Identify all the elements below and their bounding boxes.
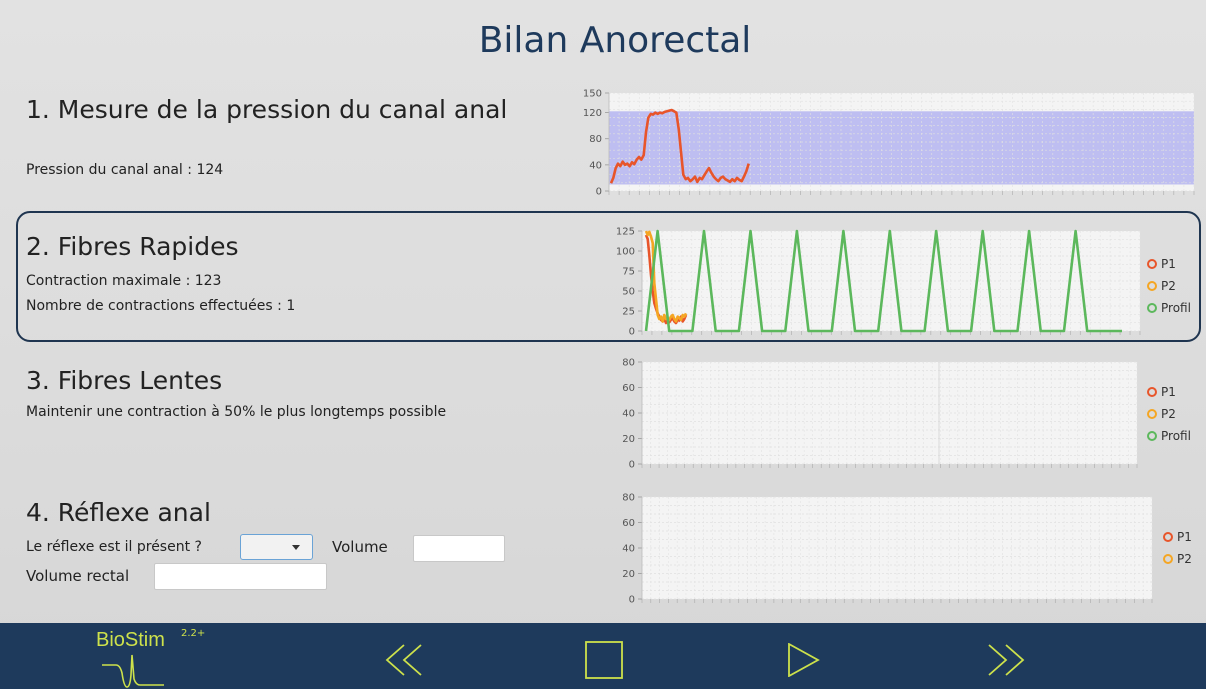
legend-label: Profil <box>1161 429 1191 443</box>
waveform-icon <box>102 654 164 688</box>
fast-forward-button[interactable] <box>987 643 1025 677</box>
volume-field[interactable] <box>413 535 505 562</box>
y-tick-label: 75 <box>622 267 635 278</box>
y-tick-label: 60 <box>622 518 635 529</box>
legend-label: P1 <box>1177 530 1192 544</box>
chevron-down-icon <box>292 545 300 550</box>
anal-reflex-chart: 80 60 40 20 0 <box>622 493 1153 606</box>
y-tick-label: 20 <box>622 434 635 445</box>
legend-item-p2: P2 <box>1147 403 1191 425</box>
y-tick-label: 0 <box>596 187 602 198</box>
anal-pressure-value: Pression du canal anal : 124 <box>26 162 224 178</box>
contraction-count-value: Nombre de contractions effectuées : 1 <box>26 298 296 314</box>
y-tick-label: 0 <box>629 595 635 606</box>
y-tick-label: 0 <box>629 460 635 471</box>
fast-fibers-chart: 125 100 75 50 25 0 <box>616 227 1141 338</box>
legend-marker-icon <box>1147 409 1157 419</box>
legend-label: P1 <box>1161 257 1176 271</box>
legend-label: P2 <box>1177 552 1192 566</box>
legend-marker-icon <box>1163 532 1173 542</box>
legend-marker-icon <box>1147 387 1157 397</box>
y-tick-label: 40 <box>622 544 635 555</box>
y-tick-label: 25 <box>622 307 635 318</box>
section-fast-fibers-title: 2. Fibres Rapides <box>26 232 239 261</box>
legend-item-p1: P1 <box>1147 253 1191 275</box>
slow-fibers-chart: 80 60 40 20 0 <box>622 358 1138 471</box>
y-tick-label: 100 <box>616 247 635 258</box>
slow-fibers-instruction: Maintenir une contraction à 50% le plus … <box>26 404 447 420</box>
fast-forward-icon <box>988 644 1025 676</box>
max-contraction-value: Contraction maximale : 123 <box>26 273 222 289</box>
legend-item-p1: P1 <box>1163 526 1192 548</box>
y-tick-label: 60 <box>622 383 635 394</box>
legend-label: P2 <box>1161 279 1176 293</box>
legend-marker-icon <box>1147 259 1157 269</box>
app-window: Bilan Anorectal 1. Mesure de la pression… <box>0 0 1206 689</box>
legend-marker-icon <box>1147 303 1157 313</box>
fast-fibers-legend: P1 P2 Profil <box>1147 253 1191 319</box>
y-tick-label: 80 <box>622 358 635 369</box>
legend-item-p2: P2 <box>1163 548 1192 570</box>
y-tick-label: 40 <box>589 160 602 171</box>
logo-text: BioStim <box>96 629 165 651</box>
y-tick-label: 80 <box>622 493 635 504</box>
anal-reflex-legend: P1 P2 <box>1163 526 1192 570</box>
legend-item-p2: P2 <box>1147 275 1191 297</box>
page-title: Bilan Anorectal <box>478 20 752 61</box>
rewind-icon <box>385 644 422 676</box>
legend-marker-icon <box>1147 431 1157 441</box>
y-tick-label: 40 <box>622 409 635 420</box>
legend-item-profil: Profil <box>1147 425 1191 447</box>
y-tick-label: 50 <box>622 287 635 298</box>
legend-label: Profil <box>1161 301 1191 315</box>
section-anal-pressure-title: 1. Mesure de la pression du canal anal <box>26 95 508 124</box>
section-anal-reflex-title: 4. Réflexe anal <box>26 498 211 527</box>
y-tick-label: 20 <box>622 569 635 580</box>
legend-marker-icon <box>1147 281 1157 291</box>
section-slow-fibers-title: 3. Fibres Lentes <box>26 366 223 395</box>
rectal-volume-label: Volume rectal <box>26 567 130 585</box>
rewind-button[interactable] <box>385 643 423 677</box>
reflex-question-label: Le réflexe est il présent ? <box>26 539 202 555</box>
y-tick-label: 120 <box>583 108 602 119</box>
y-tick-label: 0 <box>629 327 635 338</box>
legend-marker-icon <box>1163 554 1173 564</box>
play-button[interactable] <box>787 643 821 677</box>
legend-item-profil: Profil <box>1147 297 1191 319</box>
play-icon <box>788 643 820 677</box>
legend-label: P2 <box>1161 407 1176 421</box>
reflex-present-select[interactable] <box>240 534 313 560</box>
stop-icon <box>585 641 623 679</box>
stop-button[interactable] <box>585 641 625 679</box>
legend-item-p1: P1 <box>1147 381 1191 403</box>
anal-pressure-chart: 150 120 80 40 0 <box>583 89 1195 198</box>
volume-label: Volume <box>332 538 388 556</box>
y-tick-label: 150 <box>583 89 602 100</box>
y-tick-label: 125 <box>616 227 635 238</box>
legend-label: P1 <box>1161 385 1176 399</box>
rectal-volume-field[interactable] <box>154 563 327 590</box>
slow-fibers-legend: P1 P2 Profil <box>1147 381 1191 447</box>
y-tick-label: 80 <box>589 134 602 145</box>
logo-version: 2.2+ <box>181 628 206 639</box>
